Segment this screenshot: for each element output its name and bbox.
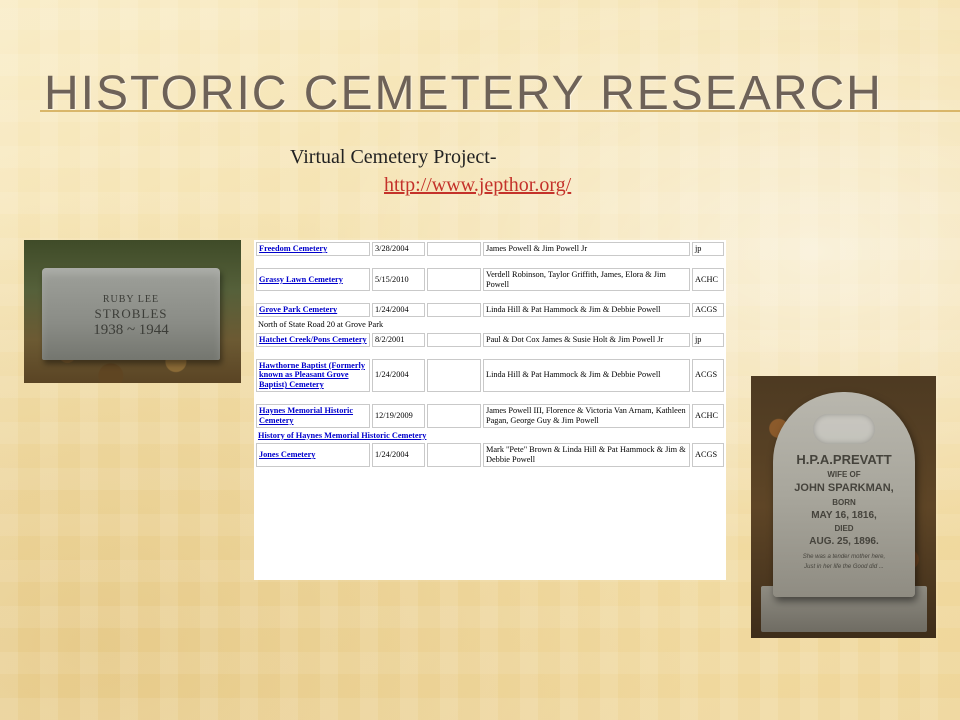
people-cell: James Powell & Jim Powell Jr <box>483 242 690 256</box>
org-cell: jp <box>692 332 724 347</box>
table-row: Haynes Memorial Historic Cemetery 12/19/2… <box>256 404 724 428</box>
org-cell: jp <box>692 242 724 256</box>
cemetery-link[interactable]: Grove Park Cemetery <box>259 305 337 314</box>
people-cell: Paul & Dot Cox James & Susie Holt & Jim … <box>483 332 690 347</box>
cemetery-link[interactable]: Freedom Cemetery <box>259 244 327 253</box>
org-cell: ACHC <box>692 267 724 292</box>
spacer-cell <box>256 293 724 301</box>
table-spacer-row <box>256 394 724 402</box>
clasped-hands-carving <box>813 414 875 444</box>
inscription-line: JOHN SPARKMAN, <box>794 482 894 494</box>
date-cell: 8/2/2001 <box>372 332 425 347</box>
note-cell: History of Haynes Memorial Historic Ceme… <box>256 430 724 442</box>
cemetery-table: Freedom Cemetery 3/28/2004 James Powell & … <box>254 240 726 469</box>
headstone-photo-right: H.P.A.PREVATT WIFE OF JOHN SPARKMAN, BOR… <box>751 376 936 638</box>
inscription-line: WIFE OF <box>827 470 861 479</box>
date-cell: 1/24/2004 <box>372 303 425 318</box>
inscription-line: STROBLES <box>94 306 168 321</box>
cemetery-link[interactable]: Grassy Lawn Cemetery <box>259 275 343 284</box>
org-cell: ACHC <box>692 404 724 428</box>
inscription-line: 1938 ~ 1944 <box>93 322 169 338</box>
empty-cell <box>427 358 481 393</box>
people-cell: Linda Hill & Pat Hammock & Jim & Debbie … <box>483 358 690 393</box>
cemetery-name-cell: Grassy Lawn Cemetery <box>256 267 370 292</box>
title-bar: HISTORIC CEMETERY RESEARCH <box>40 66 960 120</box>
table-note-row: History of Haynes Memorial Historic Ceme… <box>256 430 724 442</box>
org-cell: ACGS <box>692 358 724 393</box>
cemetery-table-image: Freedom Cemetery 3/28/2004 James Powell & … <box>254 240 726 580</box>
headstone-right: H.P.A.PREVATT WIFE OF JOHN SPARKMAN, BOR… <box>773 392 915 597</box>
table-row: Hawthorne Baptist (Formerly known as Ple… <box>256 358 724 393</box>
date-cell: 12/19/2009 <box>372 404 425 428</box>
title-underline <box>40 110 960 112</box>
cemetery-link[interactable]: Hawthorne Baptist (Formerly known as Ple… <box>259 361 365 390</box>
subtitle: Virtual Cemetery Project- <box>290 146 497 168</box>
table-spacer-row <box>256 258 724 266</box>
cemetery-link[interactable]: Hatchet Creek/Pons Cemetery <box>259 335 367 344</box>
headstone-photo-left: RUBY LEE STROBLES 1938 ~ 1944 <box>24 240 241 383</box>
inscription-line: AUG. 25, 1896. <box>809 536 879 547</box>
inscription-line: H.P.A.PREVATT <box>796 452 892 467</box>
people-cell: Mark "Pete" Brown & Linda Hill & Pat Ham… <box>483 443 690 467</box>
cemetery-link[interactable]: Jones Cemetery <box>259 450 315 459</box>
empty-cell <box>427 242 481 256</box>
table-spacer-row <box>256 293 724 301</box>
headstone-left: RUBY LEE STROBLES 1938 ~ 1944 <box>42 268 220 360</box>
cemetery-name-cell: Hawthorne Baptist (Formerly known as Ple… <box>256 358 370 393</box>
org-cell: ACGS <box>692 443 724 467</box>
people-cell: Verdell Robinson, Taylor Griffith, James… <box>483 267 690 292</box>
table-row: Grassy Lawn Cemetery 5/15/2010 Verdell Rob… <box>256 267 724 292</box>
people-cell: James Powell III, Florence & Victoria Va… <box>483 404 690 428</box>
inscription-line: BORN <box>832 498 856 507</box>
date-cell: 5/15/2010 <box>372 267 425 292</box>
date-cell: 1/24/2004 <box>372 443 425 467</box>
cemetery-link[interactable]: Haynes Memorial Historic Cemetery <box>259 406 353 425</box>
table-row: Freedom Cemetery 3/28/2004 James Powell & … <box>256 242 724 256</box>
history-link[interactable]: History of Haynes Memorial Historic Ceme… <box>258 431 426 440</box>
cemetery-name-cell: Grove Park Cemetery <box>256 303 370 318</box>
inscription-line: Just in her life the Good did ... <box>804 564 884 570</box>
date-cell: 3/28/2004 <box>372 242 425 256</box>
cemetery-name-cell: Freedom Cemetery <box>256 242 370 256</box>
empty-cell <box>427 443 481 467</box>
table-spacer-row <box>256 349 724 357</box>
spacer-cell <box>256 349 724 357</box>
org-cell: ACGS <box>692 303 724 318</box>
table-row: Hatchet Creek/Pons Cemetery 8/2/2001 Paul … <box>256 332 724 347</box>
inscription-line: DIED <box>834 524 854 533</box>
date-cell: 1/24/2004 <box>372 358 425 393</box>
inscription-line: RUBY LEE <box>102 294 160 305</box>
spacer-cell <box>256 258 724 266</box>
empty-cell <box>427 332 481 347</box>
spacer-cell <box>256 394 724 402</box>
inscription-line: She was a tender mother here, <box>802 554 886 560</box>
people-cell: Linda Hill & Pat Hammock & Jim & Debbie … <box>483 303 690 318</box>
table-row: Grove Park Cemetery 1/24/2004 Linda Hill &… <box>256 303 724 318</box>
table-row: Jones Cemetery 1/24/2004 Mark "Pete" Brown… <box>256 443 724 467</box>
cemetery-name-cell: Haynes Memorial Historic Cemetery <box>256 404 370 428</box>
page-title: HISTORIC CEMETERY RESEARCH <box>44 67 883 120</box>
table-note-row: North of State Road 20 at Grove Park <box>256 319 724 331</box>
cemetery-name-cell: Hatchet Creek/Pons Cemetery <box>256 332 370 347</box>
cemetery-name-cell: Jones Cemetery <box>256 443 370 467</box>
note-cell: North of State Road 20 at Grove Park <box>258 320 384 330</box>
inscription-line: MAY 16, 1816, <box>811 510 877 521</box>
empty-cell <box>427 267 481 292</box>
empty-cell <box>427 303 481 318</box>
project-link[interactable]: http://www.jepthor.org/ <box>384 174 571 197</box>
empty-cell <box>427 404 481 428</box>
